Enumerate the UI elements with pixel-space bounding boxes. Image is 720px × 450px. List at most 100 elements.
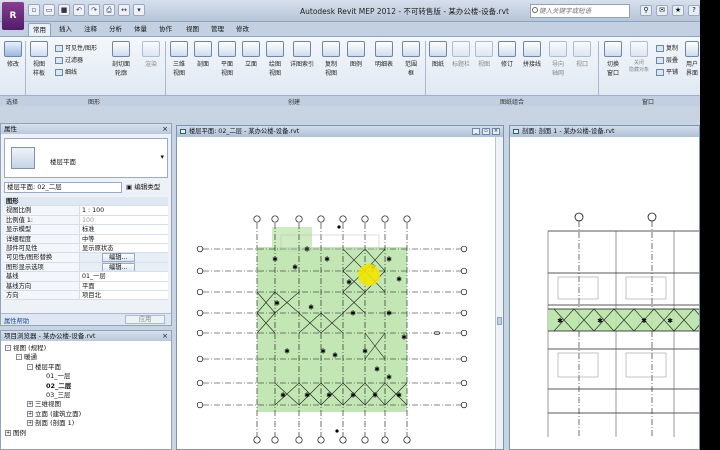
close-icon[interactable]: × — [162, 125, 168, 133]
schedules-button[interactable]: 明细表 — [372, 41, 396, 68]
render-button[interactable]: 渲染 — [140, 41, 162, 68]
scope-box-button[interactable]: 范围 框 — [400, 41, 422, 77]
property-row[interactable]: 显示模型 标准 — [4, 225, 168, 235]
minimize-icon[interactable]: _ — [472, 128, 480, 135]
edit-type-button[interactable]: ▣ 编辑类型 — [126, 182, 168, 193]
measure-icon[interactable]: ↔ — [118, 4, 130, 16]
duplicate-view-button[interactable]: 复制 视图 — [320, 41, 342, 77]
panel-window-label[interactable]: 窗口 — [642, 97, 654, 106]
favorites-icon[interactable]: ★ — [672, 5, 684, 16]
property-value[interactable]: 显示原状态 — [80, 243, 168, 253]
matchline-button[interactable]: 拼接线 — [520, 41, 544, 68]
collapse-icon[interactable]: - — [5, 345, 11, 351]
browser-tree-node[interactable]: 03_三层 — [38, 391, 71, 399]
browser-tree-node[interactable]: 02_二层 — [38, 382, 71, 390]
viewport-button[interactable]: 视口 — [572, 41, 592, 68]
edit-button[interactable]: 编辑... — [102, 262, 135, 272]
revisions-button[interactable]: 修订 — [497, 41, 517, 68]
tab-analyze[interactable]: 分析 — [105, 23, 126, 36]
property-value[interactable]: 项目北 — [80, 290, 168, 300]
plan-vertical-scrollbar[interactable] — [495, 137, 503, 449]
browser-tree-node[interactable]: + 图例 — [5, 429, 26, 437]
browser-tree-node[interactable]: + 三维视图 — [27, 400, 61, 408]
undo-icon[interactable]: ↶ — [73, 4, 85, 16]
elevation-button[interactable]: 立面 — [241, 41, 261, 68]
browser-tree-node[interactable]: - 暖通 — [16, 353, 37, 361]
modify-button[interactable]: 修改 — [3, 41, 23, 68]
edit-button[interactable]: 编辑... — [102, 253, 135, 262]
tab-collaborate[interactable]: 协作 — [155, 23, 176, 36]
cut-profile-button[interactable]: 剖切面 轮廓 — [108, 41, 134, 77]
panel-graphics-label[interactable]: 图形 — [88, 97, 100, 106]
tab-manage[interactable]: 管理 — [207, 23, 228, 36]
property-value[interactable]: 01_一层 — [80, 272, 168, 281]
app-logo[interactable]: R — [2, 2, 24, 30]
tab-massing[interactable]: 体量 — [130, 23, 151, 36]
property-row[interactable]: 图形显示选项 编辑... — [4, 262, 168, 273]
section-view[interactable]: 剖面: 剖面 1 - 某办公楼-设备.rvt ✱ ✱ ✱ ✱ — [509, 125, 700, 450]
visibility-graphics-button[interactable]: 可见性/图形 — [55, 43, 97, 52]
collapse-icon[interactable]: - — [16, 354, 22, 361]
tab-view[interactable]: 视图 — [182, 23, 203, 36]
tab-insert[interactable]: 插入 — [55, 23, 76, 36]
help-icon[interactable]: ? — [688, 5, 700, 16]
property-row[interactable]: 图形 — [4, 197, 168, 207]
thin-lines-button[interactable]: 细线 — [55, 67, 77, 76]
user-interface-button[interactable]: 用户 界面 — [684, 41, 700, 77]
property-value[interactable]: 中等 — [80, 234, 168, 243]
search-input[interactable]: 键入关键字或短语 — [530, 4, 630, 18]
property-value[interactable]: 1 : 100 — [80, 206, 168, 215]
close-icon[interactable]: × — [492, 128, 500, 135]
section-button[interactable]: 剖面 — [193, 41, 213, 68]
cascade-button[interactable]: 层叠 — [656, 55, 678, 64]
binoculars-icon[interactable]: ⚲ — [640, 5, 652, 16]
place-view-button[interactable]: 视图 — [474, 41, 494, 68]
floor-plan-view[interactable]: 楼层平面: 02_二层 - 某办公楼-设备.rvt _ ▫ × ✱ ✱ ✱ ✱ ✱ ✱ ✱ ✱ ✱ ✱… — [176, 125, 504, 450]
tab-home[interactable]: 常用 — [28, 23, 51, 36]
browser-tree-node[interactable]: 01_一层 — [38, 372, 71, 380]
property-row[interactable]: 视图比例 1 : 100 — [4, 206, 168, 216]
plan-drawing[interactable]: ✱✱✱✱✱✱✱✱✱✱✱✱✱✱✱✱✱✱✱✱✱✱✱✱✱ — [177, 137, 495, 450]
switch-windows-button[interactable]: 切换 窗口 — [602, 41, 624, 77]
guide-grid-button[interactable]: 导向 轴网 — [548, 41, 568, 77]
property-value[interactable]: 平面 — [80, 281, 168, 290]
property-row[interactable]: 方向 项目北 — [4, 290, 168, 301]
panel-select-label[interactable]: 选择 — [6, 97, 18, 106]
browser-tree-node[interactable]: + 立面 (建筑立面) — [27, 410, 81, 418]
tab-annotate[interactable]: 注释 — [80, 23, 101, 36]
panel-create-label[interactable]: 创建 — [288, 97, 300, 106]
sheet-button[interactable]: 图纸 — [428, 41, 448, 68]
property-edit-button-cell[interactable]: 编辑... — [80, 253, 168, 262]
property-row[interactable]: 部件可见性 显示原状态 — [4, 243, 168, 254]
redo-icon[interactable]: ↷ — [88, 4, 100, 16]
view-template-button[interactable]: 视图 样板 — [28, 41, 50, 77]
expand-icon[interactable]: + — [27, 420, 33, 427]
close-hidden-button[interactable]: 关闭 隐藏对象 — [628, 41, 650, 73]
title-block-button[interactable]: 标题栏 — [451, 41, 471, 68]
property-value[interactable]: 标准 — [80, 225, 168, 234]
tile-button[interactable]: 平铺 — [656, 67, 678, 76]
callout-button[interactable]: 详图索引 — [289, 41, 315, 68]
property-edit-button-cell[interactable]: 编辑... — [80, 262, 168, 272]
communication-center-icon[interactable]: ✉ — [656, 5, 668, 16]
3d-view-button[interactable]: 三维 视图 — [168, 41, 190, 77]
collapse-icon[interactable]: - — [27, 363, 33, 370]
section-drawing[interactable]: ✱ ✱ ✱ ✱ — [510, 137, 700, 450]
browser-tree-node[interactable]: - 楼层平面 — [27, 363, 61, 371]
plan-views-button[interactable]: 平面 视图 — [216, 41, 238, 77]
legend-button[interactable]: 图例 — [346, 41, 366, 68]
expand-icon[interactable]: + — [27, 410, 33, 417]
print-icon[interactable]: ⎙ — [103, 4, 115, 16]
browser-tree-node[interactable]: + 剖面 (剖面 1) — [27, 419, 74, 427]
type-selector[interactable]: 楼层平面 ▾ — [4, 138, 168, 178]
replicate-button[interactable]: 复制 — [656, 43, 678, 52]
expand-icon[interactable]: + — [5, 429, 11, 436]
property-row[interactable]: 详细程度 中等 — [4, 234, 168, 244]
save-icon[interactable]: ■ — [58, 4, 70, 16]
filters-button[interactable]: 过滤器 — [55, 55, 83, 64]
apply-button[interactable]: 应用 — [125, 315, 165, 324]
new-icon[interactable]: ▫ — [28, 4, 40, 16]
property-row[interactable]: 可见性/图形替换 编辑... — [4, 253, 168, 263]
properties-help-link[interactable]: 属性帮助 — [4, 316, 29, 325]
property-row[interactable]: 基线方向 平面 — [4, 281, 168, 291]
